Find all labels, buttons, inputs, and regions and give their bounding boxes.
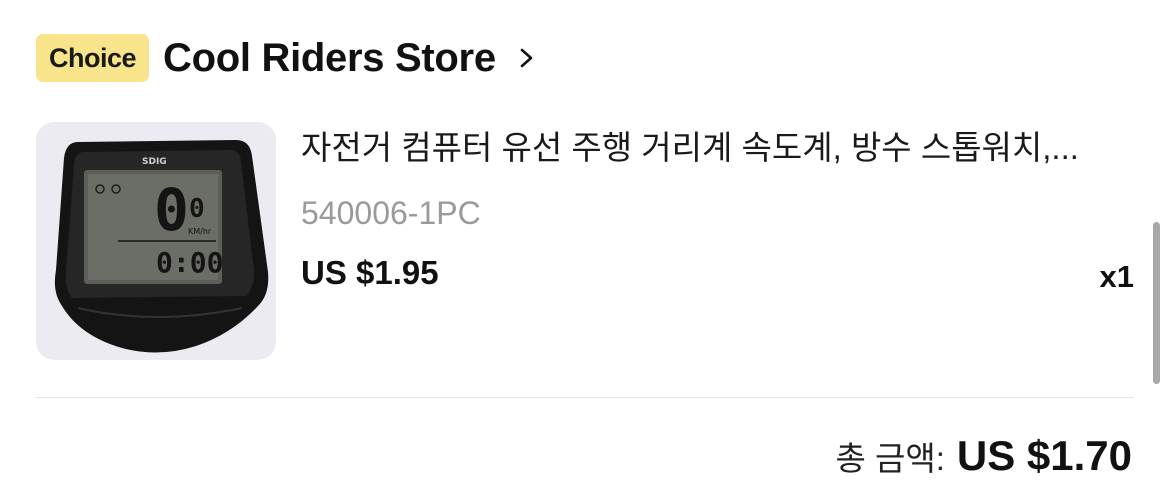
svg-text:0: 0 <box>154 176 189 244</box>
divider <box>36 397 1134 398</box>
product-variant: 540006-1PC <box>301 195 481 231</box>
total-label: 총 금액: <box>835 440 945 477</box>
store-name[interactable]: Cool Riders Store <box>163 36 496 81</box>
bike-computer-image: SDIG 0 0 KM/hr 0:00 <box>54 140 269 353</box>
product-image[interactable]: SDIG 0 0 KM/hr 0:00 <box>36 122 276 360</box>
product-price: US $1.95 <box>301 254 439 291</box>
store-header[interactable]: Choice Cool Riders Store <box>36 32 538 84</box>
total-value: US $1.70 <box>956 432 1132 479</box>
scrollbar[interactable] <box>1153 222 1160 384</box>
product-quantity: x1 <box>1099 259 1134 294</box>
choice-badge: Choice <box>36 34 150 82</box>
svg-text:KM/hr: KM/hr <box>188 227 212 236</box>
svg-text:SDIG: SDIG <box>142 157 167 167</box>
svg-text:0:00: 0:00 <box>156 246 223 279</box>
svg-text:0: 0 <box>189 194 205 224</box>
product-title[interactable]: 자전거 컴퓨터 유선 주행 거리계 속도계, 방수 스톱워치,... <box>301 126 1106 170</box>
total-row: 총 금액: US $1.70 <box>835 432 1132 480</box>
chevron-right-icon[interactable] <box>516 47 538 69</box>
